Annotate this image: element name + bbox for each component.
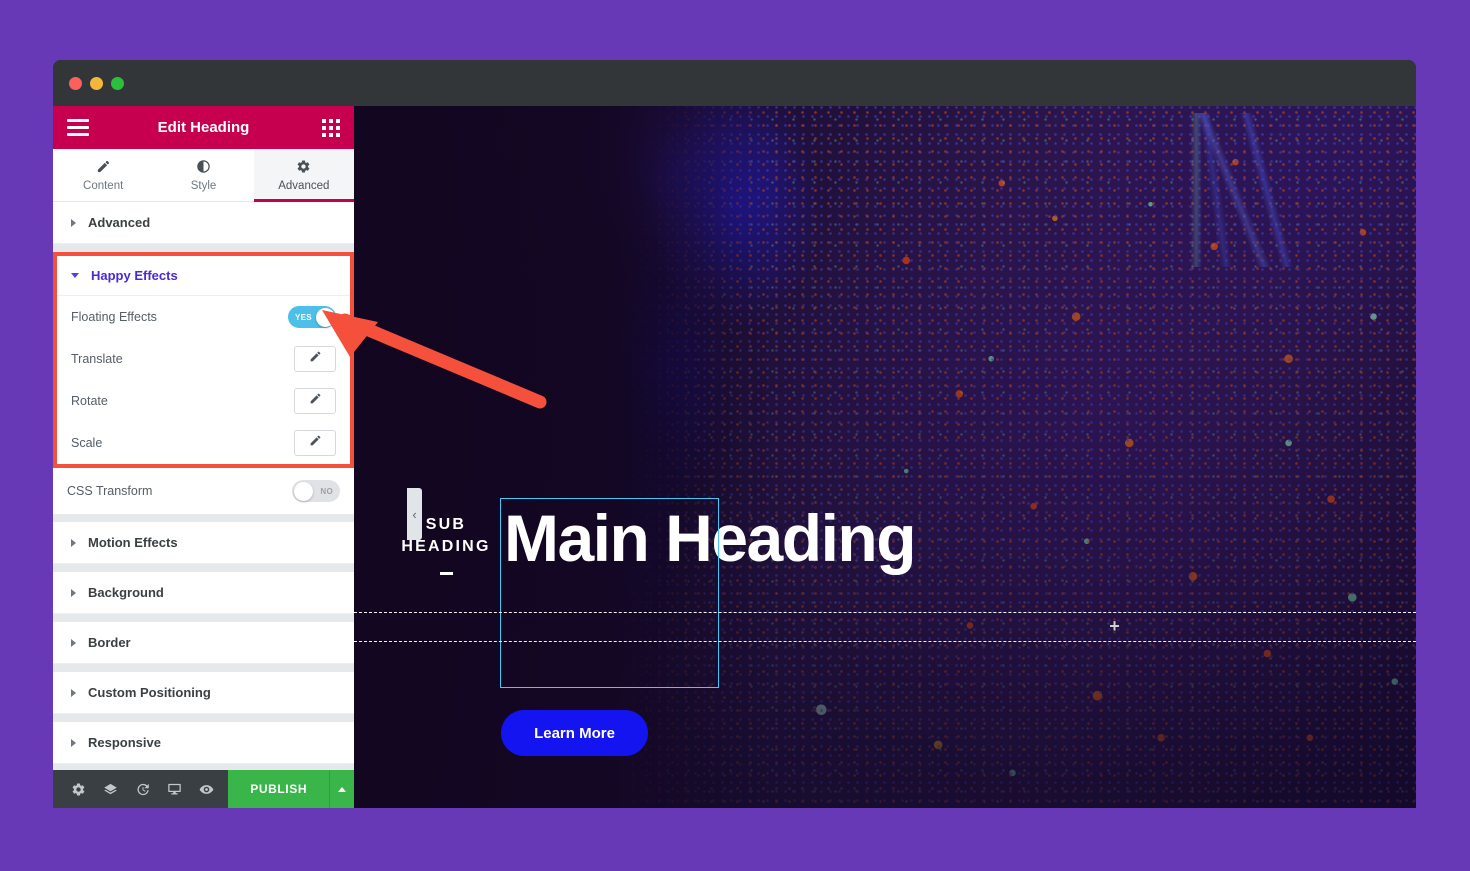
section-divider: [53, 614, 354, 622]
caret-up-icon: [338, 786, 347, 792]
control-css-transform: CSS Transform NO: [53, 468, 354, 514]
translate-label: Translate: [71, 352, 123, 366]
scale-edit-button[interactable]: [294, 430, 336, 456]
panel-content[interactable]: Advanced Happy Effects Floating Effects …: [53, 202, 354, 770]
control-scale: Scale: [57, 422, 350, 464]
section-border-label: Border: [88, 635, 131, 650]
floating-effects-toggle-value: YES: [295, 312, 312, 322]
tab-content-label: Content: [83, 179, 124, 192]
chevron-right-icon: [71, 588, 76, 597]
control-rotate: Rotate: [57, 380, 350, 422]
section-happy-effects[interactable]: Happy Effects: [57, 256, 350, 296]
section-responsive-label: Responsive: [88, 735, 161, 750]
toggle-knob: [293, 481, 313, 501]
tab-style-label: Style: [190, 179, 217, 192]
tab-advanced[interactable]: Advanced: [253, 149, 355, 202]
panel-header: Edit Heading: [53, 106, 354, 149]
panel-collapse-handle[interactable]: ‹: [407, 488, 422, 540]
pencil-icon: [96, 159, 111, 177]
window-titlebar: [53, 60, 1416, 106]
widget-selection-outline[interactable]: [500, 498, 719, 688]
publish-options-button[interactable]: [329, 770, 354, 808]
pencil-icon: [309, 434, 322, 452]
floating-effects-toggle[interactable]: YES: [288, 306, 336, 328]
browser-window: Edit Heading Content Style Advanced Adva…: [53, 60, 1416, 808]
window-body: Edit Heading Content Style Advanced Adva…: [53, 106, 1416, 808]
panel-footer: PUBLISH: [53, 770, 354, 808]
chevron-right-icon: [71, 218, 76, 227]
css-transform-toggle-value: NO: [320, 486, 333, 496]
grid-icon[interactable]: [322, 118, 340, 137]
section-background-label: Background: [88, 585, 164, 600]
section-advanced[interactable]: Advanced: [53, 202, 354, 244]
maximize-window-button[interactable]: [111, 76, 124, 90]
navigator-layers-icon[interactable]: [95, 770, 127, 808]
chevron-right-icon: [71, 688, 76, 697]
chevron-right-icon: [71, 538, 76, 547]
pencil-icon: [309, 350, 322, 368]
tab-advanced-label: Advanced: [278, 179, 330, 192]
rotate-label: Rotate: [71, 394, 108, 408]
history-icon[interactable]: [127, 770, 159, 808]
hero-image-texture: [354, 106, 1416, 808]
rotate-edit-button[interactable]: [294, 388, 336, 414]
settings-gear-icon[interactable]: [63, 770, 95, 808]
translate-edit-button[interactable]: [294, 346, 336, 372]
section-custom-positioning-label: Custom Positioning: [88, 685, 211, 700]
section-divider: [53, 564, 354, 572]
section-motion-effects[interactable]: Motion Effects: [53, 522, 354, 564]
gear-icon: [296, 159, 311, 177]
scale-label: Scale: [71, 436, 103, 450]
control-translate: Translate: [57, 338, 350, 380]
tab-style[interactable]: Style: [153, 149, 253, 201]
close-window-button[interactable]: [69, 76, 82, 90]
section-motion-effects-label: Motion Effects: [88, 535, 178, 550]
chevron-right-icon: [71, 638, 76, 647]
floating-effects-label: Floating Effects: [71, 310, 157, 324]
section-background[interactable]: Background: [53, 572, 354, 614]
section-divider: [53, 514, 354, 522]
preview-eye-icon[interactable]: [190, 770, 222, 808]
section-advanced-label: Advanced: [88, 215, 151, 230]
css-transform-toggle[interactable]: NO: [292, 480, 340, 502]
css-transform-label: CSS Transform: [67, 484, 153, 498]
chevron-down-icon: [71, 273, 79, 278]
section-divider: [53, 244, 354, 252]
section-custom-positioning[interactable]: Custom Positioning: [53, 672, 354, 714]
page-preview-canvas[interactable]: SUB HEADING Main Heading Learn More +: [354, 106, 1416, 808]
happy-effects-group: Happy Effects Floating Effects YES Trans…: [53, 252, 354, 468]
chevron-right-icon: [71, 738, 76, 747]
tab-content[interactable]: Content: [53, 149, 153, 201]
panel-tabs: Content Style Advanced: [53, 149, 355, 202]
elementor-editor-panel: Edit Heading Content Style Advanced Adva…: [53, 106, 355, 808]
learn-more-button[interactable]: Learn More: [501, 710, 648, 756]
publish-button[interactable]: PUBLISH: [228, 770, 330, 808]
section-happy-effects-label: Happy Effects: [91, 268, 178, 283]
responsive-mode-icon[interactable]: [159, 770, 191, 808]
section-border[interactable]: Border: [53, 622, 354, 664]
minimize-window-button[interactable]: [90, 76, 103, 90]
hamburger-icon[interactable]: [67, 119, 89, 136]
toggle-knob: [315, 307, 335, 327]
contrast-icon: [196, 159, 211, 177]
section-divider: [53, 664, 354, 672]
pencil-icon: [309, 392, 322, 410]
section-responsive[interactable]: Responsive: [53, 722, 354, 764]
section-divider: [53, 714, 354, 722]
control-floating-effects: Floating Effects YES: [57, 296, 350, 338]
page-title: Edit Heading: [157, 119, 250, 136]
